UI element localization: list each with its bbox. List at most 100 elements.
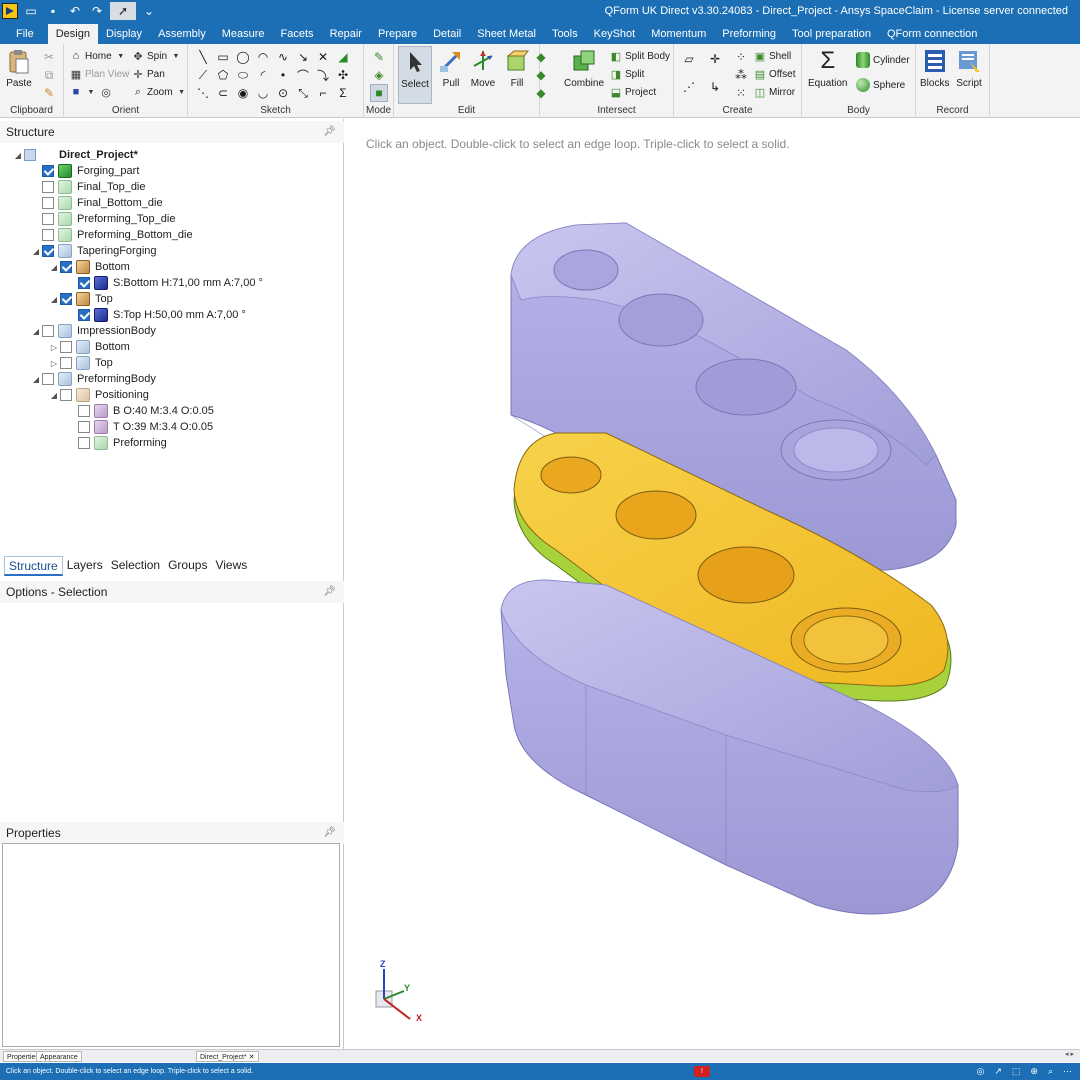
tab-assembly[interactable]: Assembly — [150, 24, 214, 44]
error-badge[interactable]: ! — [694, 1066, 710, 1077]
tree-item[interactable]: ◢ Positioning — [48, 387, 149, 403]
tab-views[interactable]: Views — [211, 556, 251, 576]
move-button[interactable]: Move — [470, 48, 496, 89]
tab-preforming[interactable]: Preforming — [714, 24, 784, 44]
tree-item[interactable]: B O:40 M:3.4 O:0.05 — [66, 403, 214, 419]
tree-item[interactable]: S:Bottom H:71,00 mm A:7,00 ° — [66, 275, 263, 291]
visibility-checkbox[interactable] — [78, 437, 90, 449]
undo-icon[interactable]: ↶ — [66, 2, 84, 20]
section-mode-icon[interactable]: ◈ — [372, 68, 386, 82]
box-select-icon[interactable]: ⬚ — [1012, 1063, 1021, 1080]
tree-item[interactable]: ◢ Direct_Project* — [12, 147, 138, 163]
visibility-checkbox[interactable] — [60, 357, 72, 369]
close-icon[interactable]: ✕ — [249, 1054, 255, 1061]
point-icon[interactable]: • — [276, 68, 290, 82]
select-button[interactable]: Select — [398, 46, 432, 104]
tree-item[interactable]: Final_Top_die — [30, 179, 146, 195]
split-body-button[interactable]: ◧ Split Body — [610, 50, 670, 63]
open-icon[interactable]: ▭ — [22, 2, 40, 20]
view-cube-button[interactable]: ■ ▼ ◎ — [70, 86, 112, 99]
tree-item[interactable]: ◢ ImpressionBody — [30, 323, 156, 339]
sketch-plane-icon[interactable]: ◢ — [336, 50, 350, 64]
visibility-checkbox[interactable] — [42, 373, 54, 385]
tangent-line-icon[interactable]: ⟋ — [196, 68, 210, 82]
format-painter-icon[interactable]: ✎ — [42, 86, 56, 100]
visibility-checkbox[interactable] — [42, 181, 54, 193]
coordinate-system-icon[interactable]: ↳ — [708, 80, 722, 94]
origin-icon[interactable]: ✛ — [708, 52, 722, 66]
tab-nav-icon[interactable]: ◂ ▸ — [1065, 1050, 1074, 1058]
visibility-checkbox[interactable] — [60, 261, 72, 273]
edit-extra2-icon[interactable]: ◆ — [534, 68, 548, 82]
save-icon[interactable]: ▪ — [44, 2, 62, 20]
customize-icon[interactable]: ⌄ — [140, 2, 158, 20]
copy-icon[interactable]: ⧉ — [42, 68, 56, 82]
axis-icon[interactable]: ⋰ — [682, 80, 696, 94]
trim-icon[interactable]: ↘ — [296, 50, 310, 64]
plan-view-button[interactable]: ▦ Plan View — [70, 68, 130, 81]
circular-pattern-icon[interactable]: ⁂ — [734, 68, 748, 82]
pull-button[interactable]: Pull — [438, 48, 464, 89]
expand-closed-icon[interactable]: ▷ — [48, 343, 60, 352]
tree-item[interactable]: Final_Bottom_die — [30, 195, 163, 211]
bend-icon[interactable]: ✕ — [316, 50, 330, 64]
visibility-checkbox[interactable] — [42, 197, 54, 209]
expand-open-icon[interactable]: ◢ — [12, 151, 24, 160]
mirror-button[interactable]: ◫ Mirror — [754, 86, 795, 99]
tab-selection[interactable]: Selection — [107, 556, 164, 576]
grid-pattern-icon[interactable]: ⁙ — [734, 86, 748, 100]
expand-open-icon[interactable]: ◢ — [48, 295, 60, 304]
expand-open-icon[interactable]: ◢ — [30, 375, 42, 384]
home-button[interactable]: ⌂ Home ▼ — [70, 50, 127, 62]
redo-icon[interactable]: ↷ — [88, 2, 106, 20]
visibility-checkbox[interactable] — [60, 341, 72, 353]
more-icon[interactable]: ⋯ — [1063, 1063, 1072, 1080]
tree-item[interactable]: ◢ Top — [48, 291, 113, 307]
polygon-icon[interactable]: ⬠ — [216, 68, 230, 82]
visibility-checkbox[interactable] — [42, 229, 54, 241]
tree-item[interactable]: ◢ TaperingForging — [30, 243, 157, 259]
tree-item[interactable]: T O:39 M:3.4 O:0.05 — [66, 419, 213, 435]
arc-icon[interactable]: ◠ — [256, 50, 270, 64]
ellipse-icon[interactable]: ⬭ — [236, 68, 250, 82]
tab-keyshot[interactable]: KeyShot — [586, 24, 644, 44]
three-point-arc-icon[interactable]: ◡ — [256, 86, 270, 100]
app-logo-icon[interactable] — [2, 3, 18, 19]
fill-button[interactable]: Fill — [504, 48, 530, 89]
move-grid-icon[interactable]: ✣ — [336, 68, 350, 82]
tab-momentum[interactable]: Momentum — [643, 24, 714, 44]
tree-item[interactable]: S:Top H:50,00 mm A:7,00 ° — [66, 307, 246, 323]
spin-button[interactable]: ✥ Spin ▼ — [132, 50, 182, 63]
visibility-checkbox[interactable] — [78, 421, 90, 433]
3d-viewport[interactable]: Click an object. Double-click to select … — [346, 125, 1080, 1047]
tree-item[interactable]: ◢ Bottom — [48, 259, 130, 275]
circle-icon[interactable]: ◯ — [236, 50, 250, 64]
visibility-checkbox[interactable] — [24, 149, 36, 161]
tree-item[interactable]: Preforming_Bottom_die — [30, 227, 193, 243]
tab-tools[interactable]: Tools — [544, 24, 586, 44]
tree-item[interactable]: ▷ Bottom — [48, 339, 130, 355]
project-curve-icon[interactable]: ⤵ — [316, 68, 330, 83]
expand-closed-icon[interactable]: ▷ — [48, 359, 60, 368]
shell-button[interactable]: ▣ Shell — [754, 50, 791, 63]
spline-icon[interactable]: ∿ — [276, 50, 290, 64]
tab-layers[interactable]: Layers — [63, 556, 107, 576]
tab-sheet-metal[interactable]: Sheet Metal — [469, 24, 544, 44]
tab-display[interactable]: Display — [98, 24, 150, 44]
combine-button[interactable]: Combine — [564, 48, 604, 89]
visibility-checkbox[interactable] — [78, 405, 90, 417]
pin-icon[interactable]: 📌︎ — [323, 581, 336, 603]
tree-item[interactable]: Preforming_Top_die — [30, 211, 175, 227]
slot-icon[interactable]: ⊂ — [216, 86, 230, 100]
tab-structure[interactable]: Structure — [4, 556, 63, 576]
pattern-icon[interactable]: ⁘ — [734, 50, 748, 64]
tab-repair[interactable]: Repair — [322, 24, 370, 44]
cut-icon[interactable]: ✂ — [42, 50, 56, 64]
face-curve-icon[interactable]: ⊙ — [276, 86, 290, 100]
tab-groups[interactable]: Groups — [164, 556, 211, 576]
tab-measure[interactable]: Measure — [214, 24, 273, 44]
visibility-checkbox[interactable] — [78, 277, 90, 289]
corner-icon[interactable]: ⌐ — [316, 86, 330, 100]
tab-prepare[interactable]: Prepare — [370, 24, 425, 44]
edit-extra3-icon[interactable]: ◆ — [534, 86, 548, 100]
